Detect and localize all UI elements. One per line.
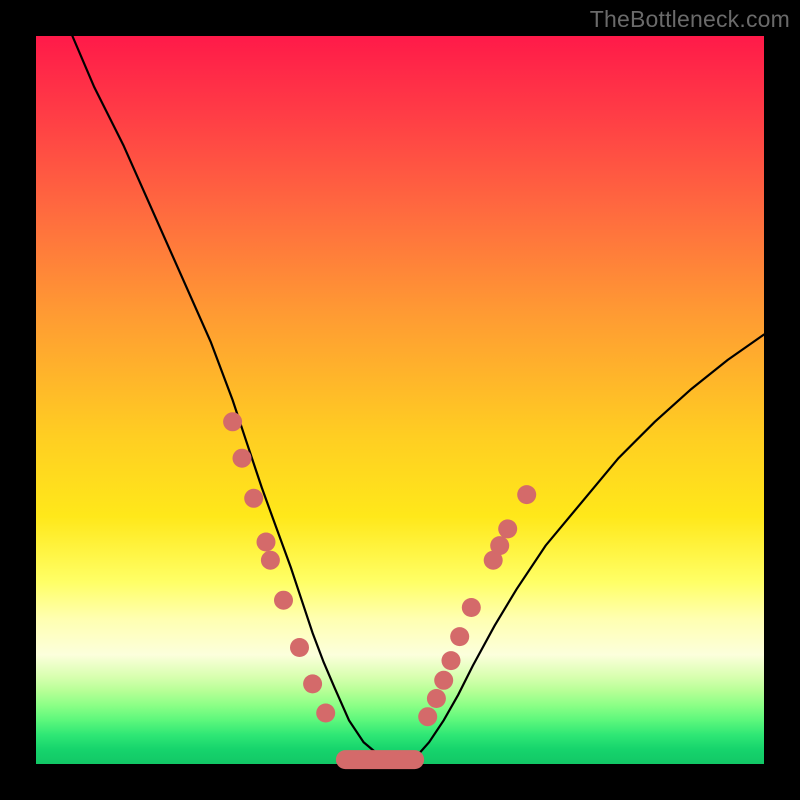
marker-left [257, 533, 276, 552]
marker-right [442, 651, 461, 670]
marker-right [462, 598, 481, 617]
marker-left [244, 489, 263, 508]
watermark-text: TheBottleneck.com [590, 6, 790, 33]
chart-frame: TheBottleneck.com [0, 0, 800, 800]
marker-right [517, 485, 536, 504]
plot-area [36, 36, 764, 764]
marker-left [261, 551, 280, 570]
marker-left [274, 591, 293, 610]
chart-svg [36, 36, 764, 764]
marker-right [498, 519, 517, 538]
marker-right [490, 536, 509, 555]
marker-left [233, 449, 252, 468]
marker-left [290, 638, 309, 657]
marker-right [450, 627, 469, 646]
marker-right [434, 671, 453, 690]
bottleneck-curve [72, 36, 764, 761]
data-markers [223, 412, 536, 769]
valley-pill [336, 750, 424, 769]
marker-left [303, 674, 322, 693]
marker-left [223, 412, 242, 431]
marker-right [418, 707, 437, 726]
marker-left [316, 704, 335, 723]
marker-right [427, 689, 446, 708]
